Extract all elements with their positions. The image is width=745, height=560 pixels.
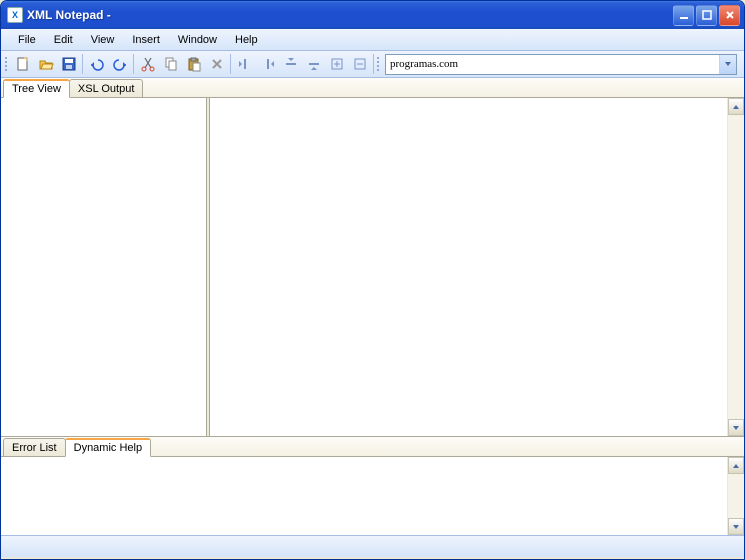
- separator: [230, 54, 231, 74]
- vertical-scrollbar[interactable]: [727, 457, 744, 535]
- nudge-up-button[interactable]: [279, 53, 302, 75]
- tab-dynamic-help[interactable]: Dynamic Help: [65, 438, 151, 457]
- bottom-tab-strip: Error List Dynamic Help: [1, 437, 744, 457]
- top-tab-strip: Tree View XSL Output: [1, 78, 744, 98]
- window-buttons: [673, 5, 740, 26]
- tab-label: Dynamic Help: [74, 442, 142, 454]
- save-button[interactable]: [57, 53, 80, 75]
- menu-window[interactable]: Window: [169, 31, 226, 49]
- toolbar-grip[interactable]: [4, 54, 10, 74]
- separator: [133, 54, 134, 74]
- scroll-up-button[interactable]: [728, 457, 744, 474]
- collapse-all-button[interactable]: [348, 53, 371, 75]
- nudge-left-button[interactable]: [233, 53, 256, 75]
- work-area: [1, 98, 744, 437]
- status-bar: [1, 535, 744, 557]
- dropdown-button[interactable]: [719, 55, 736, 74]
- tab-label: XSL Output: [78, 83, 134, 95]
- window-title: XML Notepad -: [27, 8, 673, 22]
- separator: [82, 54, 83, 74]
- title-bar: X XML Notepad -: [1, 1, 744, 29]
- menu-bar: File Edit View Insert Window Help: [1, 29, 744, 51]
- tree-pane[interactable]: [1, 98, 206, 436]
- expand-all-button[interactable]: [325, 53, 348, 75]
- scroll-track[interactable]: [728, 115, 744, 419]
- nudge-down-button[interactable]: [302, 53, 325, 75]
- undo-button[interactable]: [85, 53, 108, 75]
- scroll-down-button[interactable]: [728, 518, 744, 535]
- content-pane: [210, 98, 744, 436]
- cut-button[interactable]: [136, 53, 159, 75]
- maximize-button[interactable]: [696, 5, 717, 26]
- tab-label: Error List: [12, 442, 57, 454]
- menu-help[interactable]: Help: [226, 31, 267, 49]
- toolbar-grip[interactable]: [376, 54, 382, 74]
- address-input[interactable]: [386, 55, 719, 74]
- tab-xsl-output[interactable]: XSL Output: [69, 79, 143, 97]
- redo-button[interactable]: [108, 53, 131, 75]
- close-button[interactable]: [719, 5, 740, 26]
- menu-file[interactable]: File: [9, 31, 45, 49]
- copy-button[interactable]: [159, 53, 182, 75]
- scroll-up-button[interactable]: [728, 98, 744, 115]
- scroll-down-button[interactable]: [728, 419, 744, 436]
- new-button[interactable]: [11, 53, 34, 75]
- menu-view[interactable]: View: [82, 31, 124, 49]
- vertical-scrollbar[interactable]: [727, 98, 744, 436]
- separator: [373, 54, 374, 74]
- minimize-button[interactable]: [673, 5, 694, 26]
- delete-button[interactable]: [205, 53, 228, 75]
- tab-tree-view[interactable]: Tree View: [3, 79, 70, 98]
- menu-insert[interactable]: Insert: [123, 31, 169, 49]
- lower-panel: [1, 457, 744, 535]
- menu-edit[interactable]: Edit: [45, 31, 82, 49]
- open-button[interactable]: [34, 53, 57, 75]
- app-icon: X: [7, 7, 23, 23]
- help-content[interactable]: [1, 457, 727, 535]
- scroll-track[interactable]: [728, 474, 744, 518]
- address-combo[interactable]: [385, 54, 737, 75]
- tab-error-list[interactable]: Error List: [3, 438, 66, 456]
- toolbar: [1, 51, 744, 78]
- nudge-right-button[interactable]: [256, 53, 279, 75]
- paste-button[interactable]: [182, 53, 205, 75]
- content-area[interactable]: [210, 98, 727, 436]
- tab-label: Tree View: [12, 83, 61, 95]
